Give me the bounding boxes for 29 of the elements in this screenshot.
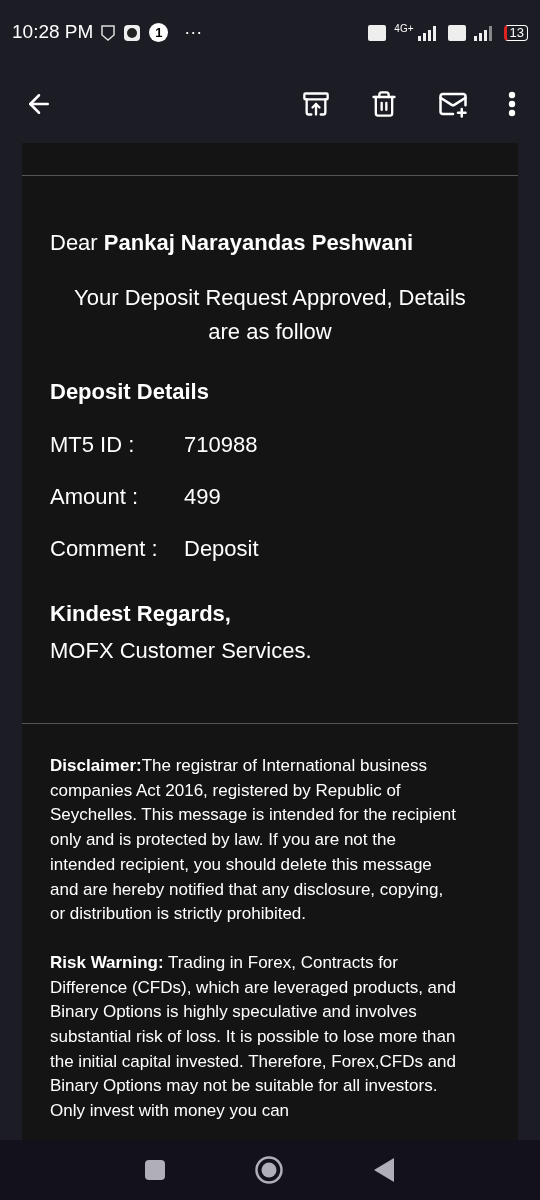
detail-label: Amount :	[50, 483, 140, 511]
details-heading: Deposit Details	[50, 378, 210, 406]
detail-value: Deposit	[184, 535, 259, 563]
overflow-indicator: ···	[184, 21, 203, 44]
home-icon[interactable]	[255, 1156, 283, 1184]
greeting: Dear Pankaj Narayandas Peshwani	[50, 229, 415, 257]
network-type: 4G+	[394, 22, 414, 36]
battery-indicator: 13	[503, 24, 528, 41]
trash-icon	[370, 90, 398, 118]
more-button[interactable]	[508, 91, 516, 117]
detail-label: MT5 ID :	[50, 431, 136, 459]
more-icon	[508, 91, 516, 117]
detail-value: 499	[184, 483, 221, 511]
archive-icon	[302, 90, 330, 118]
notice-paragraph: Risk Warning: Trading in Forex, Contracts for Difference (CFDs), which are leveraged products, and Binary Options is highly speculative and involves substantial risk of loss. It is possible to lose more than the initial capital invested. Therefore, Forex,CFDs and Binary Options may not be suitable for all investors. Only invest with money you can	[50, 951, 457, 1123]
archive-button[interactable]	[302, 90, 330, 118]
detail-value: 710988	[184, 431, 258, 459]
delete-button[interactable]	[370, 90, 398, 118]
back-nav-icon[interactable]	[373, 1157, 395, 1183]
status-time: 10:28 PM	[12, 20, 94, 45]
notice-paragraph: Disclaimer:The registrar of International business companies Act 2016, registered by Republic of Seychelles. This message is intended for the recipient only and is protected by law. If you are not the intended recipient, you should delete this message and are hereby notified that any disclosure, copying, or distribution is strictly prohibited.	[50, 755, 458, 926]
app-icon	[123, 23, 142, 42]
team-signature: MOFX Customer Services.	[50, 637, 313, 665]
regards: Kindest Regards,	[50, 600, 232, 628]
recents-icon[interactable]	[145, 1160, 165, 1180]
detail-label: Comment :	[50, 535, 159, 563]
shield-icon	[101, 24, 116, 41]
notification-badge: 1	[149, 23, 169, 42]
intro-text: Your Deposit Request Approved, Details are as follow	[73, 284, 467, 346]
